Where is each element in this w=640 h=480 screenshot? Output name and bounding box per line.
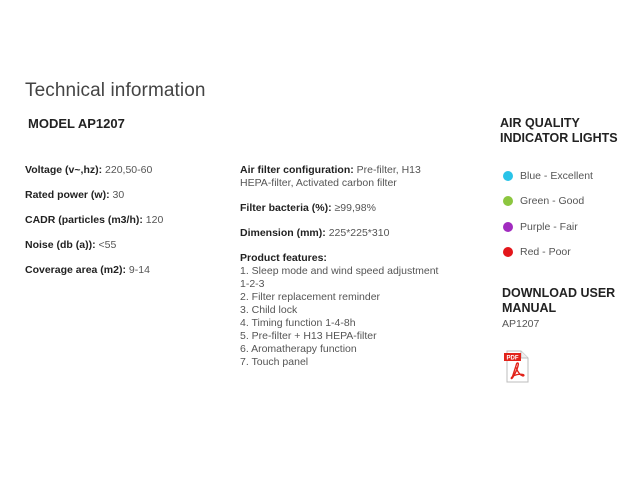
spec-filter-bacteria: Filter bacteria (%): ≥99,98%	[240, 202, 440, 215]
air-quality-item-purple: Purple - Fair	[503, 214, 593, 240]
spec-value: <55	[98, 239, 117, 251]
features-title: Product features:	[240, 252, 327, 264]
green-dot-icon	[503, 196, 513, 207]
feature-item: 4. Timing function 1-4-8h	[240, 317, 356, 329]
spec-noise: Noise (db (a)): <55	[25, 239, 225, 252]
download-manual-title: DOWNLOAD USER MANUAL	[502, 286, 616, 315]
spec-value: 30	[112, 189, 125, 201]
feature-item: 5. Pre-filter + H13 HEPA-filter	[240, 330, 377, 342]
air-quality-label: Green - Good	[520, 195, 585, 208]
spec-cadr: CADR (particles (m3/h): 120	[25, 214, 225, 227]
spec-dimension: Dimension (mm): 225*225*310	[240, 227, 440, 240]
spec-rated-power: Rated power (w): 30	[25, 189, 225, 202]
feature-list: 1. Sleep mode and wind speed adjustment …	[240, 265, 440, 369]
feature-item: 2. Filter replacement reminder	[240, 291, 381, 303]
specs-middle-column: Air filter configuration: Pre-filter, H1…	[240, 164, 440, 381]
air-quality-item-blue: Blue - Excellent	[503, 163, 593, 189]
product-features: Product features: 1. Sleep mode and wind…	[240, 252, 440, 369]
spec-label: CADR (particles (m3/h):	[25, 214, 143, 226]
feature-item: 3. Child lock	[240, 304, 298, 316]
air-quality-title: AIR QUALITY INDICATOR LIGHTS	[500, 116, 618, 145]
spec-value: 120	[145, 214, 164, 226]
spec-coverage: Coverage area (m2): 9-14	[25, 264, 225, 277]
spec-filter-config: Air filter configuration: Pre-filter, H1…	[240, 164, 440, 190]
spec-value: 9-14	[128, 264, 150, 276]
spec-label: Rated power (w):	[25, 189, 110, 201]
pdf-badge-text: PDF	[507, 356, 519, 362]
spec-value: ≥99,98%	[334, 202, 376, 214]
spec-label: Filter bacteria (%):	[240, 202, 332, 214]
air-quality-label: Blue - Excellent	[520, 169, 593, 182]
air-quality-item-red: Red - Poor	[503, 240, 593, 266]
pdf-file-icon: PDF	[504, 350, 529, 383]
blue-dot-icon	[503, 170, 513, 181]
model-heading: MODEL AP1207	[28, 116, 125, 131]
spec-label: Coverage area (m2):	[25, 264, 126, 276]
specs-left-column: Voltage (v~,hz): 220,50-60 Rated power (…	[25, 164, 225, 289]
air-quality-list: Blue - Excellent Green - Good Purple - F…	[503, 163, 593, 265]
spec-label: Noise (db (a)):	[25, 239, 96, 251]
spec-label: Air filter configuration:	[240, 164, 354, 176]
feature-item: 7. Touch panel	[240, 356, 309, 368]
spec-value: 220,50-60	[105, 164, 153, 176]
download-model: AP1207	[502, 318, 540, 330]
page-title: Technical information	[25, 80, 206, 101]
air-quality-label: Purple - Fair	[520, 220, 578, 233]
feature-item: 1. Sleep mode and wind speed adjustment …	[240, 265, 439, 290]
feature-item: 6. Aromatherapy function	[240, 343, 357, 355]
air-quality-item-green: Green - Good	[503, 189, 593, 215]
red-dot-icon	[503, 247, 513, 258]
air-quality-label: Red - Poor	[520, 246, 571, 259]
spec-voltage: Voltage (v~,hz): 220,50-60	[25, 164, 225, 177]
purple-dot-icon	[503, 221, 513, 232]
spec-value: 225*225*310	[328, 227, 390, 239]
spec-label: Voltage (v~,hz):	[25, 164, 103, 176]
pdf-download-link[interactable]: PDF	[504, 350, 529, 383]
spec-label: Dimension (mm):	[240, 227, 326, 239]
